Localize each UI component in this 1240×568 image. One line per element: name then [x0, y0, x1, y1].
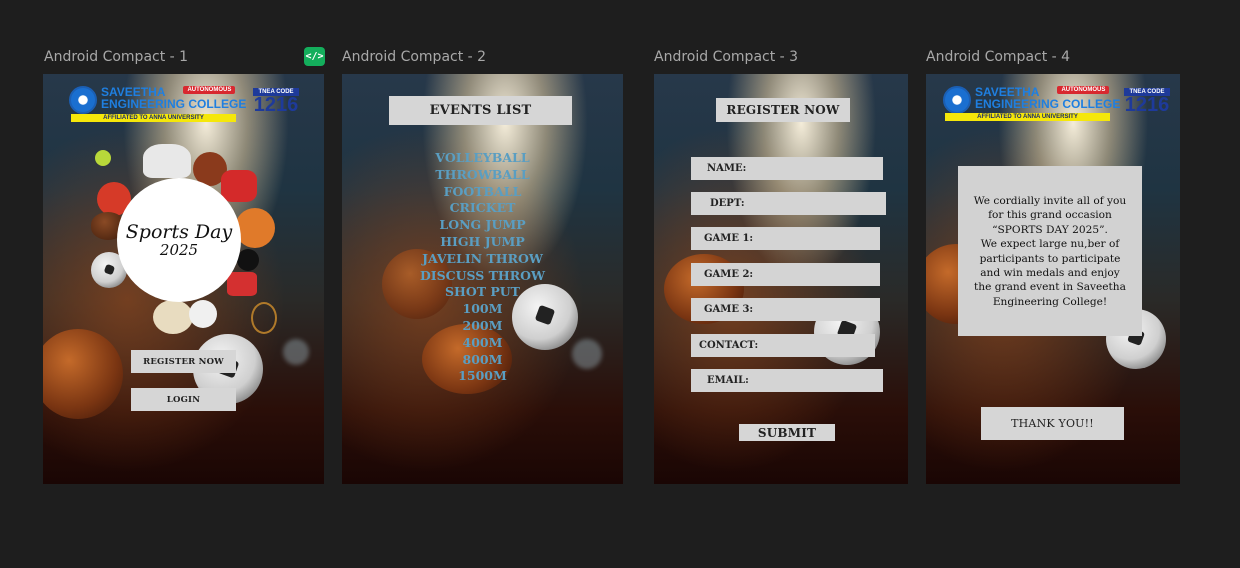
game1-field[interactable]: GAME 1: — [691, 227, 880, 250]
invite-line: “SPORTS DAY 2025”. — [992, 223, 1108, 236]
submit-button[interactable]: SUBMIT — [739, 424, 835, 441]
basketball-icon — [235, 208, 275, 248]
tennis-ball-icon — [95, 150, 111, 166]
dept-field-label: DEPT: — [710, 198, 745, 209]
helmet-icon — [221, 170, 257, 202]
frame-android-compact-2[interactable]: EVENTS LIST VOLLEYBALL THROWBALL FOOTBAL… — [342, 74, 623, 484]
invitation-message: We cordially invite all of you for this … — [958, 166, 1142, 336]
college-name-line2: ENGINEERING COLLEGE — [101, 97, 247, 111]
tnea-code-value: 1216 — [253, 94, 299, 116]
events-list: VOLLEYBALL THROWBALL FOOTBALL CRICKET LO… — [342, 150, 623, 385]
game2-field-label: GAME 2: — [704, 269, 754, 280]
game3-field-label: GAME 3: — [704, 304, 754, 315]
tnea-code-block: TNEA CODE 1216 — [253, 88, 299, 116]
event-item: VOLLEYBALL — [435, 150, 530, 165]
sneaker-icon — [143, 144, 191, 178]
affiliated-banner: AFFILIATED TO ANNA UNIVERSITY — [71, 114, 236, 122]
tnea-code-block: TNEA CODE 1216 — [1124, 88, 1170, 116]
contact-field-label: CONTACT: — [699, 340, 759, 351]
frame-android-compact-3[interactable]: REGISTER NOW NAME: DEPT: GAME 1: GAME 2:… — [654, 74, 908, 484]
event-item: 800M — [462, 351, 503, 367]
frame-android-compact-1[interactable]: SAVEETHA AUTONOMOUS ENGINEERING COLLEGE … — [43, 74, 324, 484]
invite-line: for this grand occasion — [988, 209, 1112, 222]
event-item: THROWBALL — [435, 166, 530, 182]
thank-you-button[interactable]: THANK YOU!! — [981, 407, 1124, 440]
invite-line: Engineering College! — [992, 295, 1108, 308]
register-now-button[interactable]: REGISTER NOW — [131, 350, 236, 373]
frame-android-compact-4[interactable]: SAVEETHA AUTONOMOUS ENGINEERING COLLEGE … — [926, 74, 1180, 484]
event-item: HIGH JUMP — [440, 233, 525, 249]
event-item: 400M — [462, 334, 503, 350]
college-name-line2: ENGINEERING COLLEGE — [975, 97, 1121, 111]
email-field[interactable]: EMAIL: — [691, 369, 883, 392]
event-item: FOOTBALL — [443, 183, 522, 199]
basketball-image — [43, 329, 123, 419]
invite-line: participants to participate — [979, 252, 1121, 265]
college-emblem-icon — [69, 86, 97, 114]
game2-field[interactable]: GAME 2: — [691, 263, 880, 286]
name-field[interactable]: NAME: — [691, 157, 883, 180]
invite-line: the grand event in Saveetha — [974, 281, 1126, 294]
boxing-glove-icon — [227, 272, 257, 296]
email-field-label: EMAIL: — [707, 375, 749, 386]
events-list-header: EVENTS LIST — [389, 96, 572, 125]
autonomous-badge: AUTONOMOUS — [183, 86, 236, 94]
college-logo: SAVEETHA AUTONOMOUS ENGINEERING COLLEGE — [943, 86, 1120, 114]
bokeh-light — [283, 339, 309, 365]
college-logo: SAVEETHA AUTONOMOUS ENGINEERING COLLEGE — [69, 86, 246, 114]
contact-field[interactable]: CONTACT: — [691, 334, 875, 357]
login-button[interactable]: LOGIN — [131, 388, 236, 411]
event-item: LONG JUMP — [439, 217, 526, 233]
frame-label-3[interactable]: Android Compact - 3 — [654, 49, 798, 65]
sports-day-logo: Sports Day 2025 — [117, 178, 241, 302]
dept-field[interactable]: DEPT: — [691, 192, 886, 215]
event-item: 1500M — [458, 368, 507, 384]
frame-label-2[interactable]: Android Compact - 2 — [342, 49, 486, 65]
sports-day-year: 2025 — [159, 241, 199, 259]
invite-line: and win medals and enjoy — [980, 267, 1120, 280]
event-item: JAVELIN THROW — [422, 250, 543, 266]
volleyball-icon — [153, 300, 193, 334]
badminton-racket-icon — [251, 302, 277, 334]
event-item: CRICKET — [449, 200, 516, 216]
frame-label-1[interactable]: Android Compact - 1 — [44, 49, 188, 65]
dev-mode-code-icon[interactable]: </> — [304, 47, 325, 66]
event-item: 100M — [462, 301, 503, 317]
invite-line: We expect large nu,ber of — [980, 238, 1120, 251]
college-emblem-icon — [943, 86, 971, 114]
sports-day-title: Sports Day — [125, 221, 233, 243]
event-item: DISCUSS THROW — [419, 267, 546, 283]
invite-line: We cordially invite all of you — [973, 195, 1127, 207]
name-field-label: NAME: — [707, 163, 747, 174]
autonomous-badge: AUTONOMOUS — [1057, 86, 1110, 94]
game1-field-label: GAME 1: — [704, 233, 754, 244]
affiliated-banner: AFFILIATED TO ANNA UNIVERSITY — [945, 113, 1110, 121]
billiard-8-ball-icon — [237, 249, 259, 271]
frame-label-4[interactable]: Android Compact - 4 — [926, 49, 1070, 65]
baseball-icon — [189, 300, 217, 328]
event-item: 200M — [462, 317, 503, 333]
tnea-code-value: 1216 — [1124, 94, 1170, 116]
game3-field[interactable]: GAME 3: — [691, 298, 880, 321]
register-now-header: REGISTER NOW — [716, 98, 850, 122]
event-item: SHOT PUT — [445, 284, 520, 300]
